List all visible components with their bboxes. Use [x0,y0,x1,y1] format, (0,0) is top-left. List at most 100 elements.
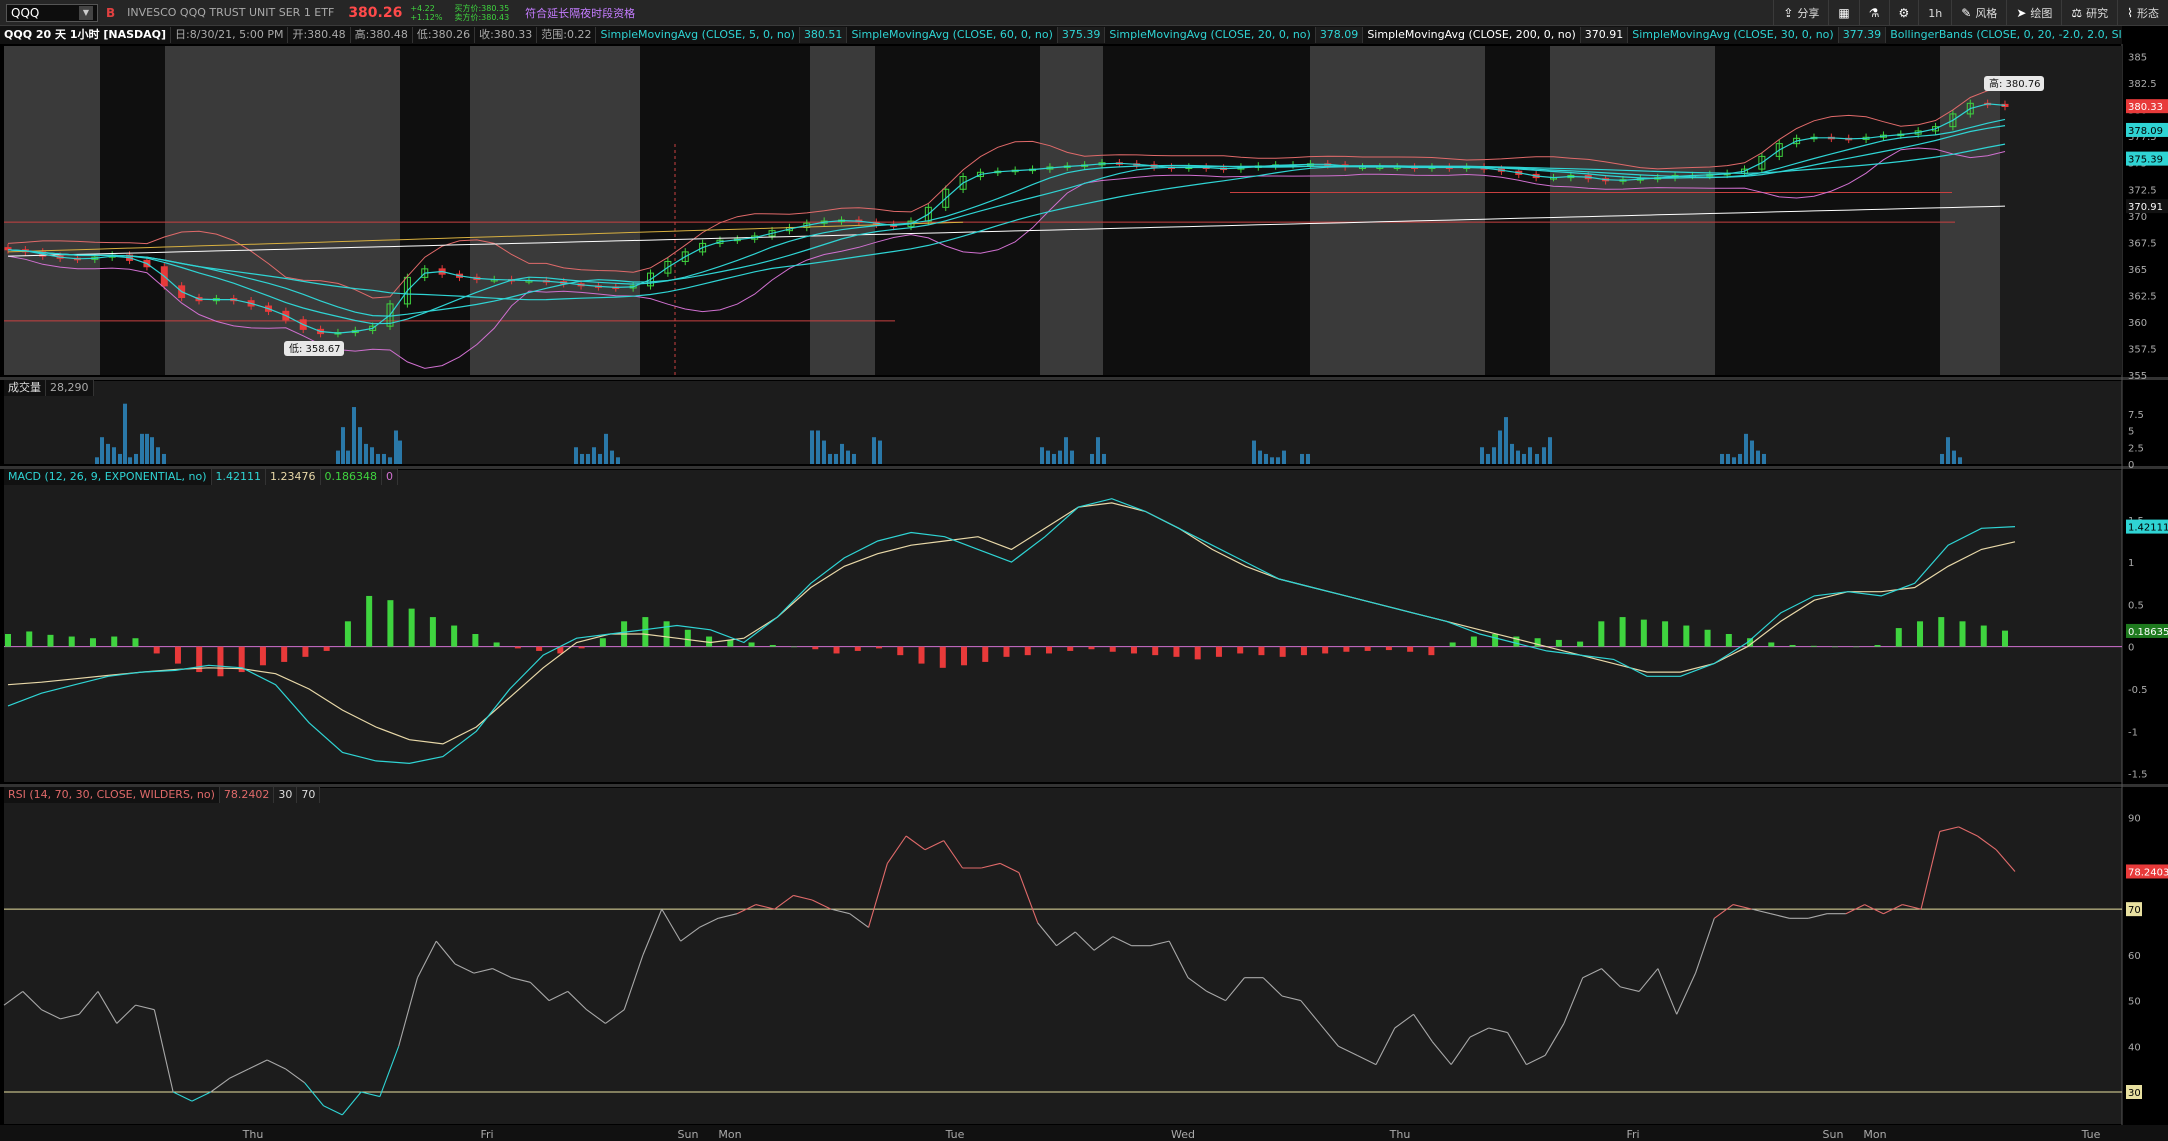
macd-histogram-bar [1130,646,1137,654]
volume-bar [872,437,876,464]
macd-histogram-bar [1024,646,1031,656]
volume-bar [100,437,104,464]
macd-histogram-bar [1895,628,1902,647]
macd-histogram-bar [1428,646,1435,656]
x-axis-label: Thu [242,1128,264,1141]
volume-bar [364,443,368,464]
macd-histogram-bar [1810,645,1817,647]
macd-histogram-bar [408,608,415,647]
volume-bar [846,450,850,464]
price-tick-label: 357.5 [2128,344,2157,355]
macd-histogram-bar [1173,646,1180,657]
volume-bar [1300,453,1304,464]
volume-bar [840,443,844,464]
macd-histogram-bar [854,646,861,651]
x-axis-label: Wed [1171,1128,1195,1141]
volume-bar [394,430,398,464]
session-shade [640,46,810,375]
chart-canvas[interactable]: 385382.5380377.5375372.5370367.5365362.5… [0,0,2168,1141]
macd-histogram-bar [217,646,224,677]
macd-histogram-bar [1492,634,1499,647]
macd-histogram-bar [1194,646,1201,660]
last-price-label: 380.33 [2128,102,2163,113]
pane-background-1 [4,381,2122,464]
macd-histogram-bar [1279,646,1286,657]
macd-histogram-bar [259,646,266,666]
volume-bar [1952,450,1956,464]
volume-bar [1492,447,1496,464]
volume-bar [586,453,590,464]
sma200-price-label: 370.91 [2128,202,2163,213]
volume-tick-label: 5 [2128,427,2134,438]
macd-histogram-bar [536,646,543,651]
volume-bar [128,457,132,464]
macd-histogram-bar [1555,639,1562,647]
volume-bar [1744,433,1748,464]
macd-histogram-bar [1832,646,1839,648]
volume-bar [1046,450,1050,464]
macd-histogram-bar [578,646,585,649]
rsi-label: RSI (14, 70, 30, CLOSE, WILDERS, no) [4,787,220,803]
session-shade [2000,46,2122,375]
macd-histogram-bar [1725,634,1732,647]
volume-bar [1528,447,1532,464]
volume-tick-label: 2.5 [2128,443,2144,454]
session-shade [875,46,1040,375]
session-shade [1485,46,1550,375]
volume-bar [1542,447,1546,464]
macd-histogram-bar [323,646,330,651]
volume-bar [123,403,127,464]
volume-bar [1522,453,1526,464]
volume-bar [592,447,596,464]
rsi-oversold-value: 30 [274,787,298,803]
macd-histogram-bar [1088,646,1095,650]
volume-bar [162,453,166,464]
macd-histogram-bar [769,644,776,647]
volume-bar [1306,453,1310,464]
volume-bar [382,453,386,464]
macd-histogram-bar [1449,642,1456,647]
macd-histogram-bar [1343,646,1350,652]
volume-bar [1486,453,1490,464]
macd-histogram-bar [1640,619,1647,647]
x-axis-label: Thu [1389,1128,1411,1141]
macd-histogram-bar [281,646,288,662]
macd-histogram-bar [514,646,521,649]
macd-histogram-bar [1300,646,1307,656]
session-shade [165,46,400,375]
volume-bar [1750,440,1754,464]
macd-histogram-bar [812,646,819,650]
macd-histogram-bar [748,642,755,647]
macd-histogram-bar [111,636,118,647]
x-axis-label: Fri [1626,1128,1639,1141]
volume-bar [1264,453,1268,464]
price-tick-label: 367.5 [2128,238,2157,249]
sma20-price-label: 378.09 [2128,126,2163,137]
volume-bar [140,433,144,464]
macd-histogram-bar [68,636,75,647]
rsi-70-label: 70 [2128,905,2141,916]
price-tick-label: 382.5 [2128,79,2157,90]
volume-bar [1480,447,1484,464]
macd-histogram-bar [451,625,458,647]
macd-tick-label: -1.5 [2128,770,2148,781]
macd-histogram-bar [472,634,479,647]
macd-histogram-bar [791,646,798,648]
macd-histogram-bar [2002,630,2008,647]
macd-histogram-bar [429,617,436,647]
macd-histogram-bar [1662,621,1669,647]
macd-histogram-bar [132,638,139,647]
macd-histogram-bar [1683,625,1690,647]
macd-histogram-bar [727,639,734,647]
price-tick-label: 365 [2128,265,2147,276]
macd-histogram-bar [1003,646,1010,657]
macd-histogram-bar [1789,644,1796,647]
macd-histogram-bar [1704,629,1711,647]
macd-histogram-bar [642,617,649,647]
volume-bar [1282,450,1286,464]
macd-histogram-bar [961,646,968,666]
volume-bar [610,450,614,464]
volume-bar [1090,453,1094,464]
macd-histogram-bar [89,638,96,647]
macd-hist-value: 0.186348 [320,469,383,485]
